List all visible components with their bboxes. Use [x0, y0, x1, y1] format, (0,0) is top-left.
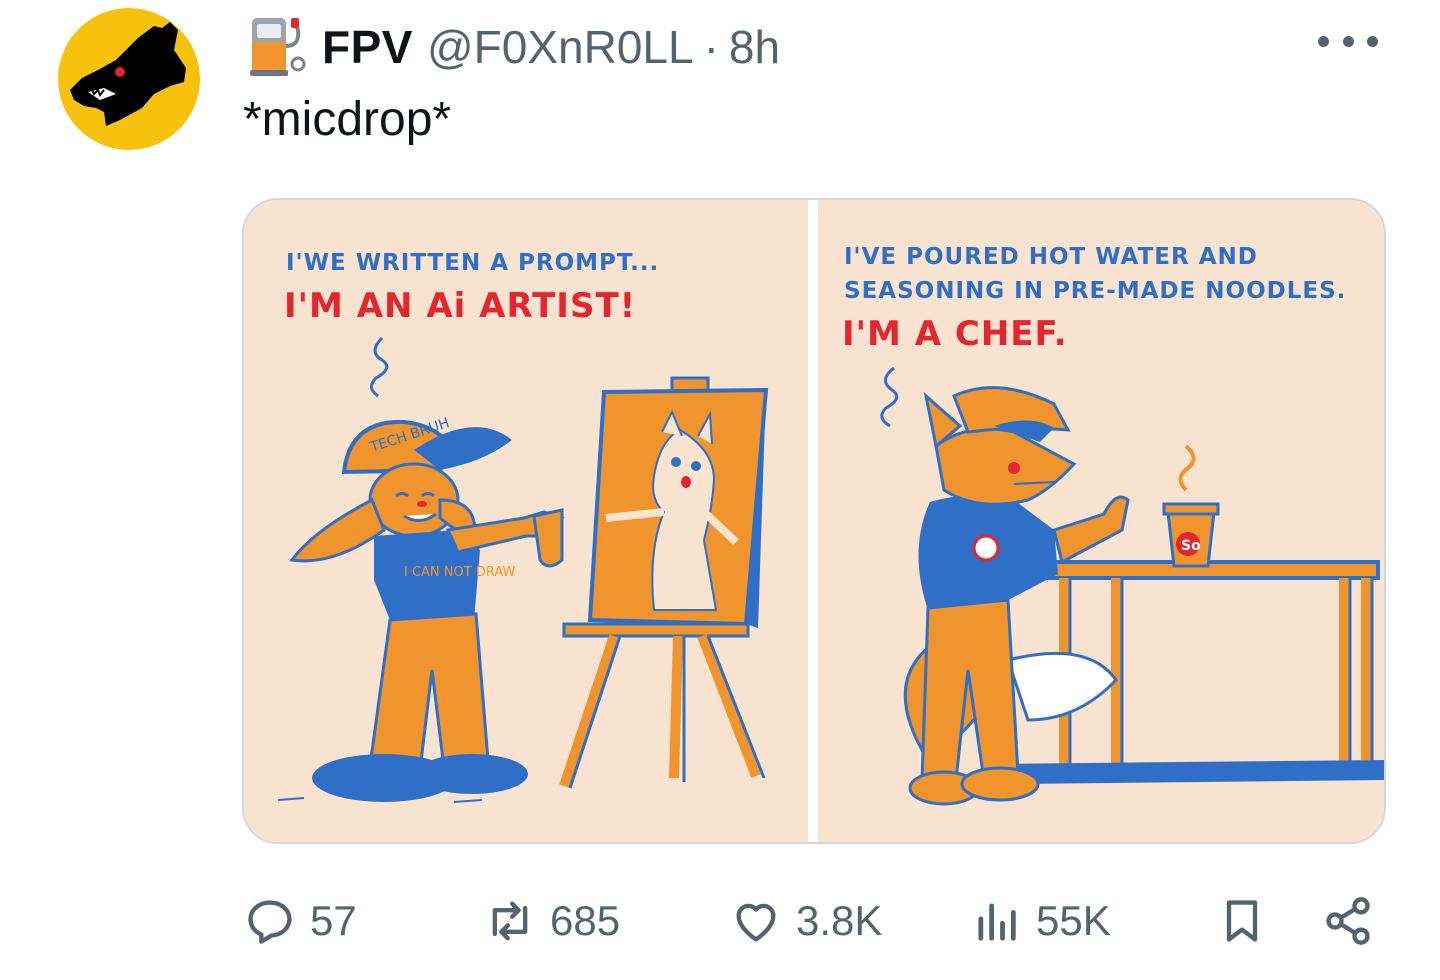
tweet-header: FPV @F0XnR0LL · 8h	[248, 14, 780, 80]
media-image[interactable]: I'WE WRITTEN A PROMPT... I'M AN Ai ARTIS…	[242, 198, 1386, 844]
author-handle[interactable]: @F0XnR0LL	[427, 20, 694, 74]
more-options-button[interactable]	[1318, 26, 1378, 56]
repost-button[interactable]: 685	[484, 886, 620, 956]
reply-icon	[248, 900, 292, 944]
repost-icon	[492, 901, 528, 941]
like-button[interactable]: 3.8K	[730, 886, 882, 956]
timestamp[interactable]: 8h	[729, 20, 780, 74]
cup-text: So	[1181, 538, 1201, 554]
fuel-pump-icon	[250, 18, 306, 76]
more-dot	[1367, 35, 1378, 47]
author-name[interactable]: FPV	[322, 20, 413, 74]
bookmark-button[interactable]	[1216, 886, 1268, 956]
comic-panel-left: I'WE WRITTEN A PROMPT... I'M AN Ai ARTIS…	[244, 200, 808, 842]
reply-button[interactable]: 57	[244, 886, 357, 956]
views-count: 55K	[1036, 897, 1111, 944]
avatar[interactable]	[58, 8, 200, 150]
share-button[interactable]	[1322, 886, 1374, 956]
comic-panel-right: I'VE POURED HOT WATER AND SEASONING IN P…	[818, 200, 1384, 842]
more-dot	[1342, 35, 1354, 47]
views-button[interactable]: 55K	[970, 886, 1111, 956]
separator: ·	[703, 21, 719, 73]
heart-icon	[736, 903, 776, 942]
wolf-avatar-icon	[70, 22, 186, 126]
repost-count: 685	[550, 897, 621, 944]
reply-count: 57	[310, 897, 357, 944]
tweet-text: *micdrop*	[243, 93, 452, 146]
like-count: 3.8K	[796, 897, 883, 944]
analytics-icon	[978, 903, 1016, 941]
action-bar: 57 685 3.8K 55K	[0, 886, 1440, 956]
shirt-text: I CAN NOT DRAW	[404, 565, 516, 580]
share-icon	[1326, 897, 1370, 945]
more-dot	[1318, 35, 1329, 47]
bookmark-icon	[1226, 900, 1258, 942]
fox-illustration: So	[880, 366, 1384, 806]
rabbit-illustration: TECH BRUH I CAN NOT DRAW	[277, 336, 769, 803]
